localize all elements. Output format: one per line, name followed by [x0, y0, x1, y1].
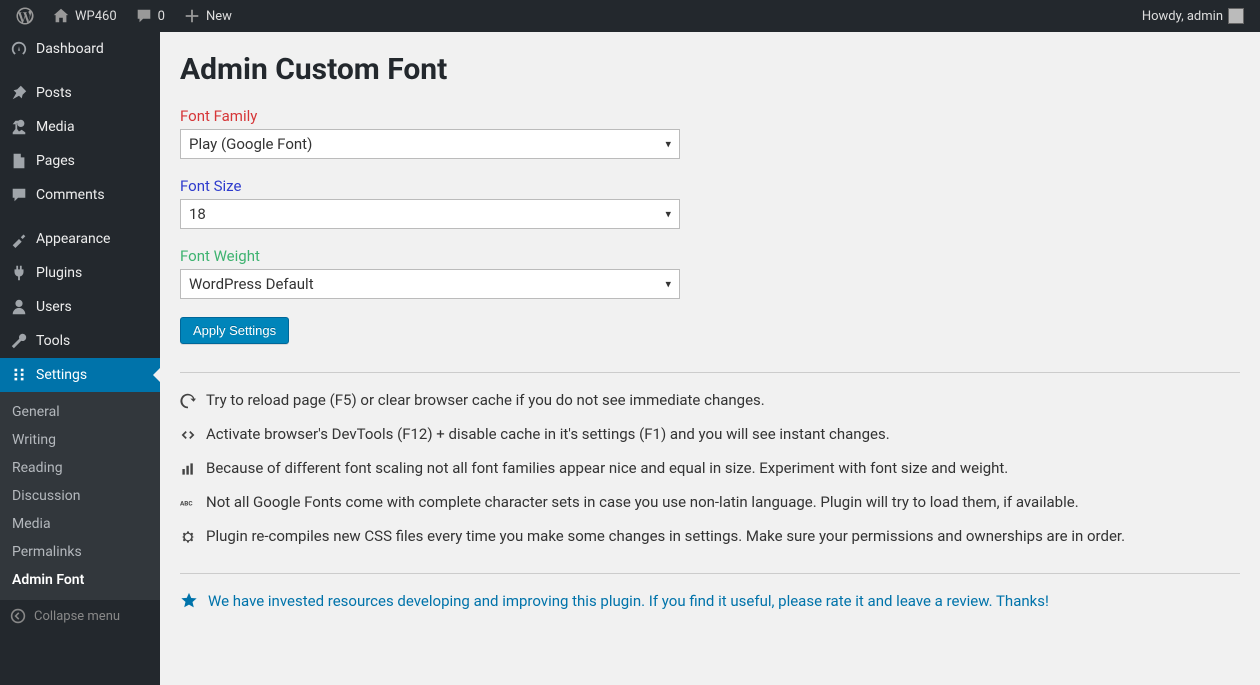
- home-icon: [52, 7, 70, 25]
- new-label: New: [206, 9, 232, 24]
- star-icon: [180, 592, 198, 610]
- abc-icon: ABC: [180, 495, 196, 511]
- menu-label: Tools: [36, 333, 70, 349]
- submenu-adminfont[interactable]: Admin Font: [0, 566, 160, 594]
- promo-rate[interactable]: We have invested resources developing an…: [180, 592, 1240, 610]
- note-reload: Try to reload page (F5) or clear browser…: [180, 391, 1240, 409]
- pin-icon: [10, 84, 28, 102]
- menu-tools[interactable]: Tools: [0, 324, 160, 358]
- menu-settings[interactable]: Settings: [0, 358, 160, 392]
- note-permissions: Plugin re-compiles new CSS files every t…: [180, 527, 1240, 545]
- comment-icon: [10, 186, 28, 204]
- page-title: Admin Custom Font: [180, 52, 1240, 87]
- submenu-media[interactable]: Media: [0, 510, 160, 538]
- menu-label: Appearance: [36, 231, 110, 247]
- dashboard-icon: [10, 40, 28, 58]
- font-weight-value: WordPress Default: [189, 275, 314, 293]
- note-scaling: Because of different font scaling not al…: [180, 459, 1240, 477]
- menu-appearance[interactable]: Appearance: [0, 222, 160, 256]
- menu-label: Dashboard: [36, 41, 104, 57]
- note-charset: ABC Not all Google Fonts come with compl…: [180, 493, 1240, 511]
- menu-label: Users: [36, 299, 72, 315]
- font-size-label: Font Size: [180, 177, 1240, 195]
- chart-icon: [180, 461, 196, 477]
- gear-icon: [180, 529, 196, 545]
- menu-label: Settings: [36, 367, 87, 383]
- howdy-text: Howdy, admin: [1142, 9, 1223, 24]
- font-family-select[interactable]: Play (Google Font): [180, 129, 680, 159]
- apply-button[interactable]: Apply Settings: [180, 317, 289, 344]
- menu-pages[interactable]: Pages: [0, 144, 160, 178]
- plus-icon: [183, 7, 201, 25]
- font-family-value: Play (Google Font): [189, 135, 312, 153]
- font-family-label: Font Family: [180, 107, 1240, 125]
- menu-label: Posts: [36, 85, 72, 101]
- note-text: Because of different font scaling not al…: [206, 459, 1008, 477]
- user-icon: [10, 298, 28, 316]
- tool-icon: [10, 332, 28, 350]
- menu-dashboard[interactable]: Dashboard: [0, 32, 160, 66]
- font-weight-select[interactable]: WordPress Default: [180, 269, 680, 299]
- page-content: Admin Custom Font Font Family Play (Goog…: [160, 32, 1260, 685]
- admin-sidebar: Dashboard Posts Media Pages Comments App…: [0, 32, 160, 685]
- font-size-value: 18: [189, 205, 206, 223]
- divider: [180, 573, 1240, 574]
- comment-icon: [135, 7, 153, 25]
- menu-label: Comments: [36, 187, 105, 203]
- note-devtools: Activate browser's DevTools (F12) + disa…: [180, 425, 1240, 443]
- menu-plugins[interactable]: Plugins: [0, 256, 160, 290]
- settings-submenu: General Writing Reading Discussion Media…: [0, 392, 160, 600]
- divider: [180, 372, 1240, 373]
- reload-icon: [180, 393, 196, 409]
- collapse-label: Collapse menu: [34, 609, 120, 624]
- avatar: [1228, 8, 1244, 24]
- menu-media[interactable]: Media: [0, 110, 160, 144]
- new-link[interactable]: New: [175, 0, 240, 32]
- submenu-discussion[interactable]: Discussion: [0, 482, 160, 510]
- note-text: Plugin re-compiles new CSS files every t…: [206, 527, 1125, 545]
- account-link[interactable]: Howdy, admin: [1134, 0, 1252, 32]
- menu-label: Plugins: [36, 265, 82, 281]
- menu-comments[interactable]: Comments: [0, 178, 160, 212]
- submenu-permalinks[interactable]: Permalinks: [0, 538, 160, 566]
- comments-count: 0: [158, 9, 165, 24]
- page-icon: [10, 152, 28, 170]
- svg-text:ABC: ABC: [180, 499, 193, 507]
- menu-label: Media: [36, 119, 75, 135]
- menu-label: Pages: [36, 153, 75, 169]
- collapse-menu[interactable]: Collapse menu: [0, 600, 160, 632]
- submenu-general[interactable]: General: [0, 398, 160, 426]
- note-text: Activate browser's DevTools (F12) + disa…: [206, 425, 890, 443]
- promo-text: We have invested resources developing an…: [208, 592, 1049, 610]
- comments-link[interactable]: 0: [127, 0, 173, 32]
- appearance-icon: [10, 230, 28, 248]
- note-text: Not all Google Fonts come with complete …: [206, 493, 1079, 511]
- site-name: WP460: [75, 9, 117, 24]
- media-icon: [10, 118, 28, 136]
- menu-posts[interactable]: Posts: [0, 76, 160, 110]
- menu-users[interactable]: Users: [0, 290, 160, 324]
- font-size-select[interactable]: 18: [180, 199, 680, 229]
- site-link[interactable]: WP460: [44, 0, 125, 32]
- note-text: Try to reload page (F5) or clear browser…: [206, 391, 765, 409]
- settings-icon: [10, 366, 28, 384]
- admin-bar: WP460 0 New Howdy, admin: [0, 0, 1260, 32]
- font-weight-label: Font Weight: [180, 247, 1240, 265]
- wp-logo[interactable]: [8, 0, 42, 32]
- plugin-icon: [10, 264, 28, 282]
- wordpress-icon: [16, 7, 34, 25]
- submenu-reading[interactable]: Reading: [0, 454, 160, 482]
- submenu-writing[interactable]: Writing: [0, 426, 160, 454]
- code-icon: [180, 427, 196, 443]
- collapse-icon: [10, 608, 26, 624]
